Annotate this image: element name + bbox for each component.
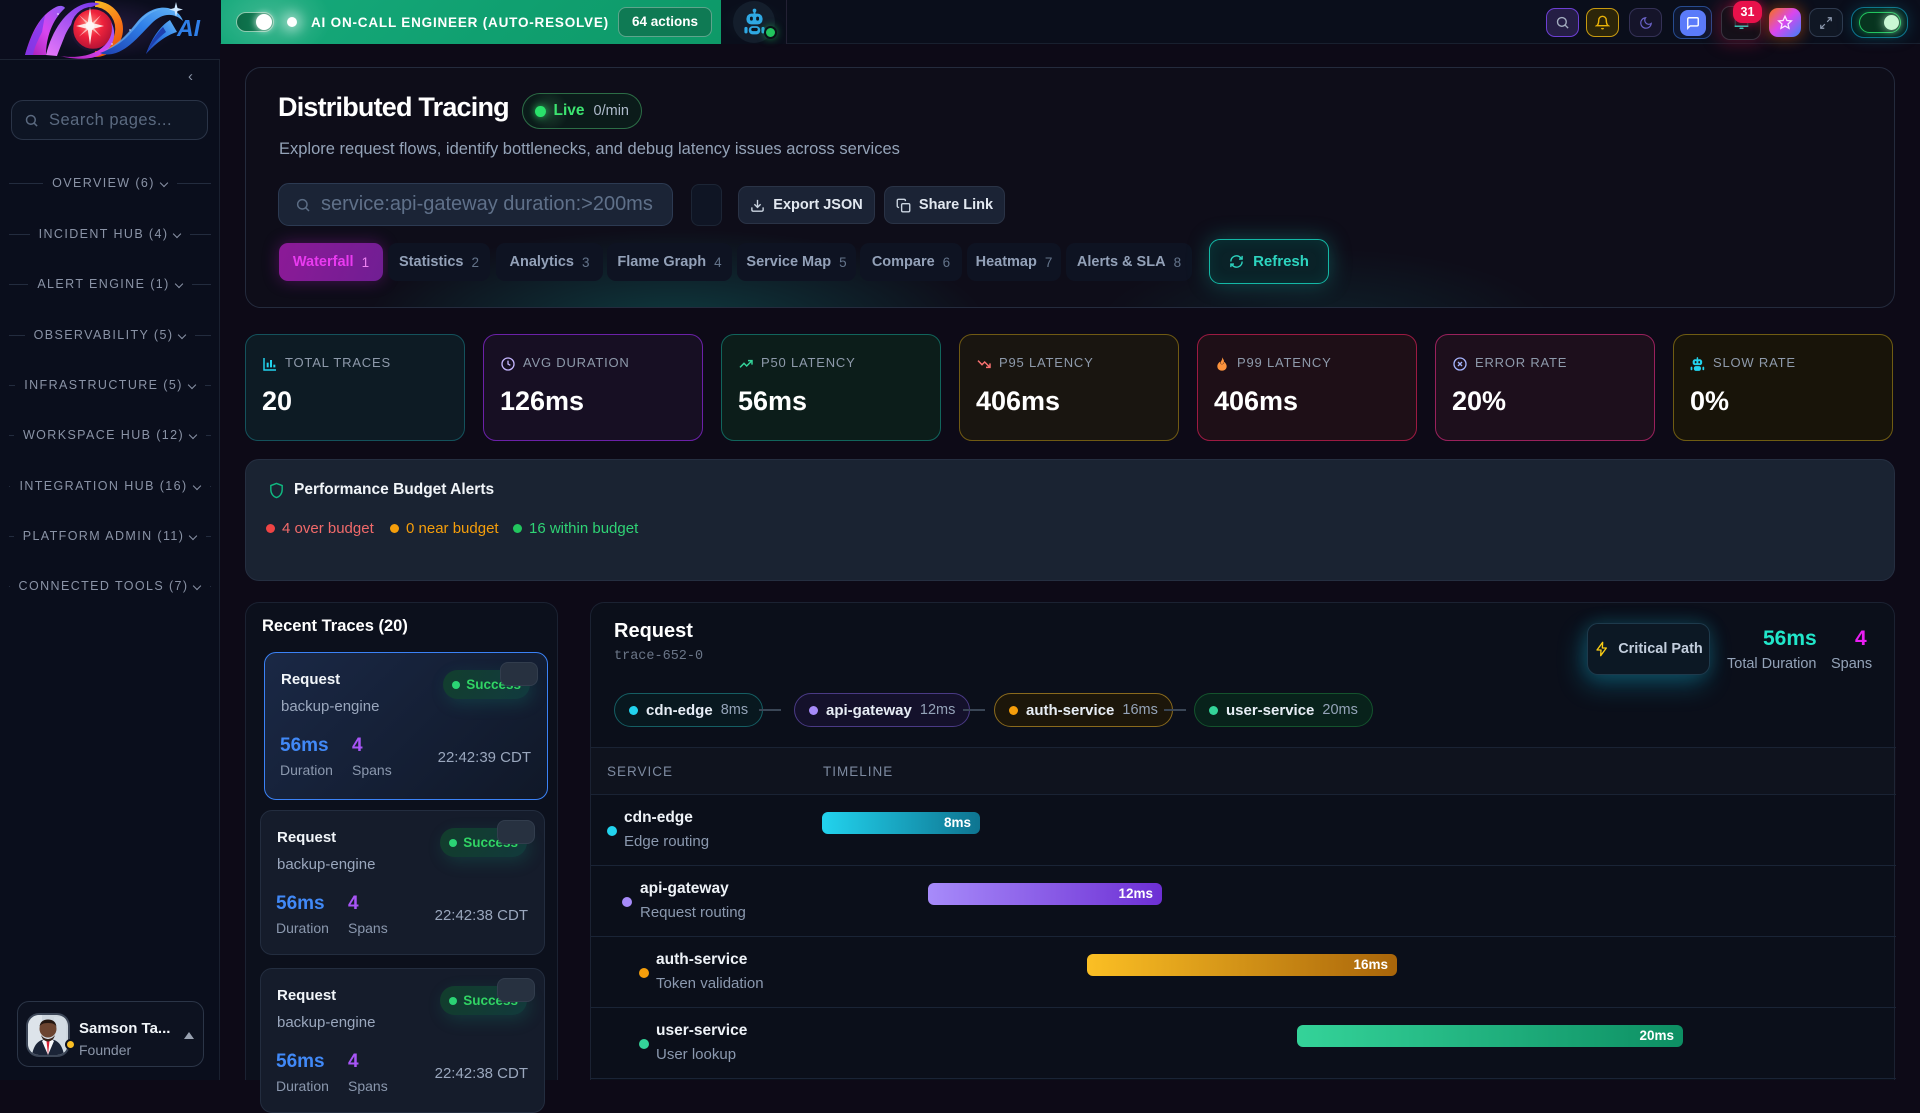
svg-text:AI: AI [176, 15, 201, 41]
